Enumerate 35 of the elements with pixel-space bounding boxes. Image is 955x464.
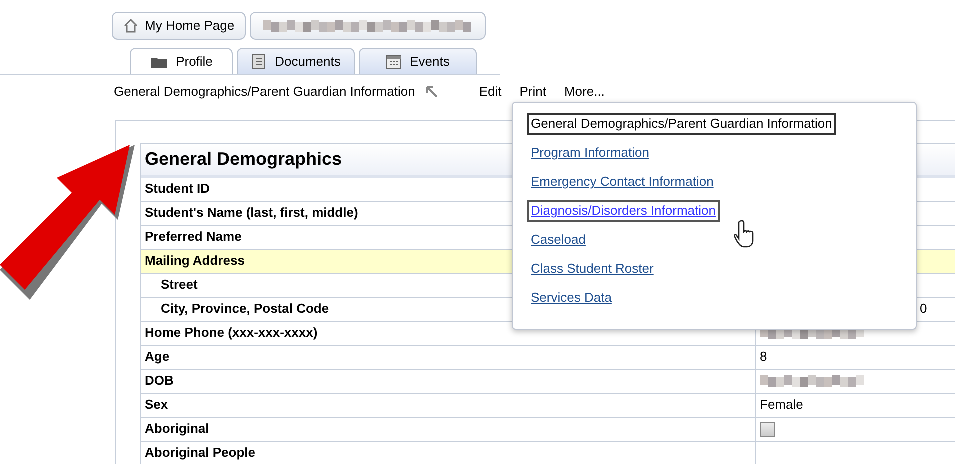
field-label: Student's Name (last, first, middle) <box>145 204 358 222</box>
checkbox[interactable] <box>760 422 775 436</box>
field-label: Aboriginal <box>145 420 210 438</box>
field-label: Age <box>145 348 170 366</box>
field-value: Female <box>760 396 804 414</box>
page-title: General Demographics/Parent Guardian Information <box>114 83 416 101</box>
menu-link[interactable]: Services Data <box>527 287 616 309</box>
field-label: Sex <box>145 396 168 414</box>
menu-link[interactable]: Program Information <box>527 142 654 164</box>
arrow-icon <box>425 84 440 99</box>
tab[interactable]: Profile <box>130 48 233 74</box>
field-label: City, Province, Postal Code <box>161 300 330 318</box>
field-label: Mailing Address <box>145 252 245 270</box>
field-value: 0 <box>920 300 928 318</box>
breadcrumb-home[interactable]: My Home Page <box>112 12 246 40</box>
calendar-icon <box>386 54 402 70</box>
breadcrumb-item[interactable] <box>250 12 486 40</box>
tab[interactable]: Documents <box>237 48 355 74</box>
toolbar-button[interactable]: Print <box>520 82 546 102</box>
field-label: Street <box>161 276 198 294</box>
field-label: Aboriginal People <box>145 444 256 462</box>
menu-link[interactable]: Caseload <box>527 229 590 251</box>
field-label: Student ID <box>145 180 210 198</box>
document-icon <box>251 54 268 70</box>
menu-link[interactable]: Diagnosis/Disorders Information <box>527 200 720 222</box>
toolbar-button[interactable]: More... <box>564 82 605 102</box>
field-label: Home Phone (xxx-xxx-xxxx) <box>145 324 318 342</box>
field-label: Preferred Name <box>145 228 242 246</box>
field-label: DOB <box>145 372 174 390</box>
toolbar-button[interactable]: Edit <box>479 82 502 102</box>
home-icon <box>123 19 139 33</box>
menu-link[interactable]: Class Student Roster <box>527 258 658 280</box>
field-value: 8 <box>760 348 768 366</box>
tab[interactable]: Events <box>359 48 477 74</box>
menu-link[interactable]: General Demographics/Parent Guardian Information <box>527 113 836 135</box>
